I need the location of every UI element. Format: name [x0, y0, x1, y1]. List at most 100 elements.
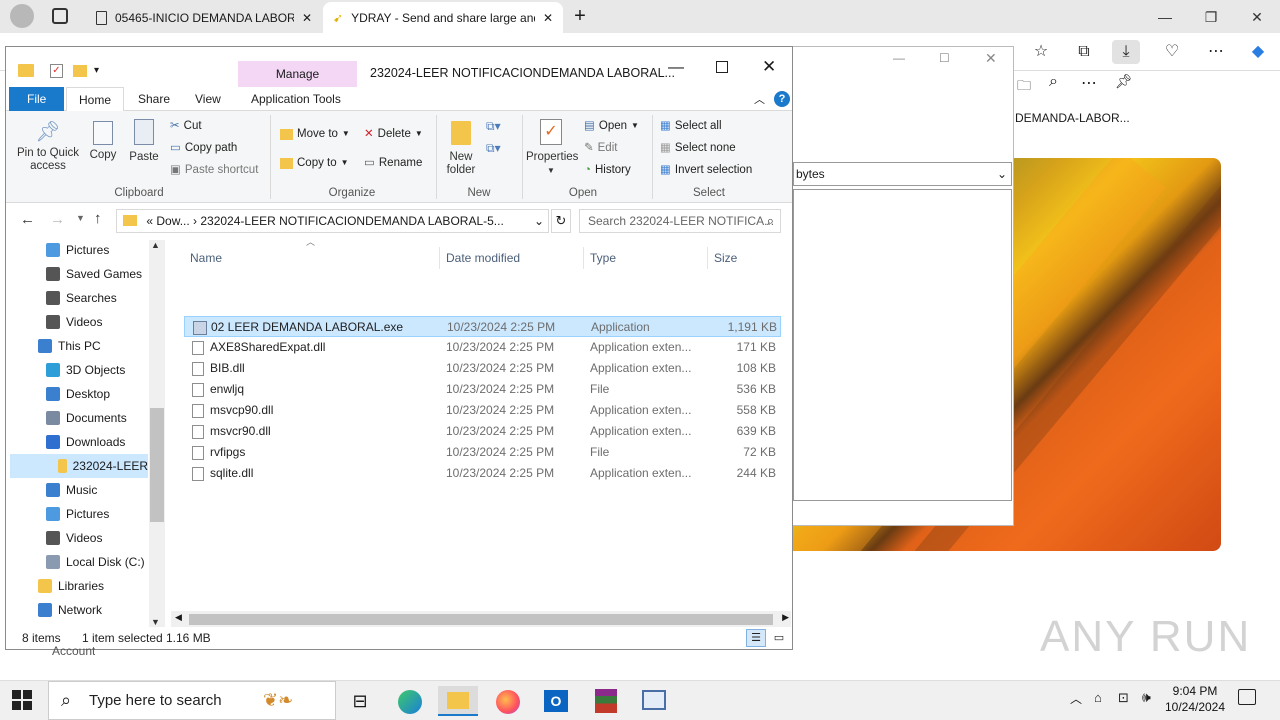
start-button[interactable]: [12, 690, 32, 710]
wifi-tray-icon[interactable]: ⊡: [1118, 690, 1129, 706]
outlook-icon[interactable]: O: [536, 686, 576, 716]
browser-tab-document[interactable]: 05465-INICIO DEMANDA LABORAL ✕: [86, 2, 322, 33]
nav-item[interactable]: Pictures: [6, 238, 146, 262]
large-icons-view-icon[interactable]: ▭: [770, 629, 788, 647]
customize-qat-icon[interactable]: ▾: [94, 65, 99, 76]
rename-button[interactable]: ▭ Rename: [364, 153, 422, 173]
new-folder-quick-icon[interactable]: [73, 65, 87, 77]
dialog-maximize-button[interactable]: ☐: [939, 51, 950, 65]
nav-item[interactable]: This PC: [6, 334, 146, 358]
nav-item[interactable]: Local Disk (C:): [6, 550, 146, 574]
help-icon[interactable]: ?: [774, 91, 790, 107]
recent-locations-icon[interactable]: ▼: [76, 213, 85, 223]
forward-button[interactable]: →: [50, 211, 65, 228]
copy-path-button[interactable]: ▭ Copy path: [170, 138, 237, 158]
history-button[interactable]: ◔ History: [584, 160, 631, 180]
tab-actions-icon[interactable]: [52, 8, 68, 24]
tab-manage[interactable]: Manage: [238, 61, 357, 87]
show-hidden-icons[interactable]: ︿: [1070, 690, 1082, 707]
file-row[interactable]: msvcr90.dll 10/23/2024 2:25 PM Application…: [184, 421, 781, 442]
copy-to-button[interactable]: Copy to ▼: [280, 153, 349, 173]
chevron-down-icon[interactable]: ⌄: [534, 210, 544, 232]
refresh-button[interactable]: ↻: [551, 209, 571, 233]
select-all-button[interactable]: ▦ Select all: [660, 116, 722, 136]
pin-icon[interactable]: 📌︎: [1115, 73, 1133, 90]
network-tray-icon[interactable]: ⌂: [1094, 690, 1102, 705]
dialog-close-button[interactable]: ✕: [985, 50, 997, 67]
close-button[interactable]: ✕: [762, 57, 776, 77]
remote-app-icon[interactable]: [634, 686, 674, 716]
column-header-name[interactable]: Name: [184, 247, 440, 269]
tab-view[interactable]: View: [183, 87, 233, 111]
maximize-button[interactable]: [716, 61, 728, 73]
search-icon[interactable]: ⌕: [1049, 73, 1058, 91]
nav-item[interactable]: Music: [6, 478, 146, 502]
file-row[interactable]: msvcp90.dll 10/23/2024 2:25 PM Application…: [184, 400, 781, 421]
open-folder-icon[interactable]: 🗀: [1017, 75, 1031, 99]
new-tab-button[interactable]: +: [568, 3, 592, 29]
browser-minimize-button[interactable]: —: [1142, 6, 1188, 28]
pin-quick-access-button[interactable]: 📌︎ Pin to Quick access: [14, 117, 82, 173]
download-filename[interactable]: DEMANDA-LABOR...: [1015, 111, 1130, 125]
details-view-icon[interactable]: ☰: [746, 629, 766, 647]
copilot-icon[interactable]: ◆: [1244, 40, 1272, 64]
new-folder-button[interactable]: New folder: [442, 117, 480, 177]
collapse-ribbon-icon[interactable]: ︿: [754, 91, 765, 107]
firefox-icon[interactable]: [488, 686, 528, 716]
invert-selection-button[interactable]: ▦ Invert selection: [660, 160, 752, 180]
nav-item[interactable]: Searches: [6, 286, 146, 310]
nav-item[interactable]: Network: [6, 598, 146, 622]
column-header-date[interactable]: Date modified: [440, 247, 584, 269]
taskbar-search-input[interactable]: ⌕ Type here to search ❦❧: [48, 681, 336, 720]
dialog-text-area[interactable]: [793, 189, 1012, 501]
properties-button[interactable]: ✓ Properties ▼: [526, 117, 578, 177]
file-row[interactable]: sqlite.dll 10/23/2024 2:25 PM Application …: [184, 463, 781, 484]
file-row[interactable]: AXE8SharedExpat.dll 10/23/2024 2:25 PM App…: [184, 337, 781, 358]
easy-access-icon[interactable]: ⧉▾: [486, 141, 501, 156]
tab-file[interactable]: File: [9, 87, 64, 111]
nav-item[interactable]: Videos: [6, 310, 146, 334]
more-options-icon[interactable]: ⋯: [1202, 40, 1230, 64]
nav-item[interactable]: Documents: [6, 406, 146, 430]
collections-icon[interactable]: ⧉: [1070, 40, 1098, 64]
nav-item[interactable]: Videos: [6, 526, 146, 550]
nav-item[interactable]: Pictures: [6, 502, 146, 526]
nav-item[interactable]: Libraries: [6, 574, 146, 598]
browser-essentials-icon[interactable]: ♡: [1158, 40, 1186, 64]
file-row[interactable]: BIB.dll 10/23/2024 2:25 PM Application ext…: [184, 358, 781, 379]
more-icon[interactable]: ⋯: [1081, 73, 1097, 93]
profile-avatar[interactable]: [10, 4, 34, 28]
edge-icon[interactable]: [390, 686, 430, 716]
search-input[interactable]: Search 232024-LEER NOTIFICA... ⌕: [579, 209, 781, 233]
browser-tab-ydray[interactable]: ➹ YDRAY - Send and share large and ✕: [323, 2, 563, 33]
column-header-size[interactable]: Size: [708, 247, 782, 269]
task-view-icon[interactable]: ⊟: [340, 686, 380, 716]
horizontal-scrollbar[interactable]: ◀ ▶: [171, 611, 791, 628]
select-none-button[interactable]: ▦ Select none: [660, 138, 736, 158]
tab-application-tools[interactable]: Application Tools: [239, 87, 353, 111]
delete-button[interactable]: ✕ Delete ▼: [364, 124, 423, 144]
file-row[interactable]: rvfipgs 10/23/2024 2:25 PM File 72 KB: [184, 442, 781, 463]
browser-restore-button[interactable]: ❐: [1188, 6, 1234, 28]
volume-tray-icon[interactable]: 🕪︎: [1142, 689, 1151, 706]
minimize-button[interactable]: —: [668, 59, 684, 77]
dialog-minimize-button[interactable]: —: [893, 51, 905, 65]
file-row[interactable]: 02 LEER DEMANDA LABORAL.exe 10/23/2024 2:…: [184, 316, 781, 337]
back-button[interactable]: ←: [20, 211, 35, 228]
properties-quick-icon[interactable]: ✓: [50, 64, 63, 78]
nav-item[interactable]: Saved Games: [6, 262, 146, 286]
cut-button[interactable]: ✂ Cut: [170, 116, 202, 136]
nav-item[interactable]: Desktop: [6, 382, 146, 406]
taskbar-clock[interactable]: 9:04 PM 10/24/2024: [1160, 683, 1230, 715]
downloads-icon[interactable]: ⤓: [1112, 40, 1140, 64]
file-row[interactable]: enwljq 10/23/2024 2:25 PM File 536 KB: [184, 379, 781, 400]
column-header-type[interactable]: Type: [584, 247, 708, 269]
tab-share[interactable]: Share: [126, 87, 182, 111]
address-bar[interactable]: « Dow... › 232024-LEER NOTIFICACIONDEMAN…: [116, 209, 549, 233]
up-button[interactable]: ↑: [94, 210, 102, 227]
nav-scrollbar[interactable]: ▲ ▼: [149, 240, 165, 627]
nav-item[interactable]: Downloads: [6, 430, 146, 454]
favorites-icon[interactable]: ☆: [1027, 40, 1055, 64]
move-to-button[interactable]: Move to ▼: [280, 124, 350, 144]
nav-item[interactable]: 232024-LEER: [10, 454, 148, 478]
